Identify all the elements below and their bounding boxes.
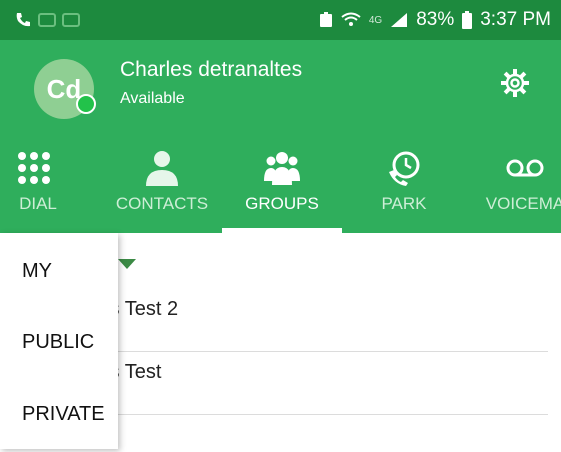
gear-icon <box>500 68 530 103</box>
profile-header: Cd Charles detranaltes Available <box>0 40 561 136</box>
menu-item-public[interactable]: PUBLIC <box>22 331 94 354</box>
settings-button[interactable] <box>498 68 532 102</box>
signal-icon <box>390 12 408 28</box>
missed-call-icon <box>14 11 32 29</box>
phone-clock-icon <box>386 148 422 188</box>
tab-dial[interactable]: DIAL <box>0 136 78 233</box>
menu-item-private[interactable]: PRIVATE <box>22 403 105 426</box>
recycle-icon <box>319 12 333 28</box>
tab-label: DIAL <box>19 194 57 213</box>
menu-item-my[interactable]: MY <box>22 260 52 283</box>
tab-park[interactable]: PARK <box>372 136 436 233</box>
voicemail-icon <box>505 148 545 188</box>
dialpad-icon <box>18 148 58 188</box>
group-icon <box>262 148 302 188</box>
notification-icon <box>38 12 56 28</box>
notification-icon <box>62 12 80 28</box>
tab-label: VOICEMA <box>485 194 561 213</box>
battery-percent: 83% <box>416 9 455 30</box>
status-bar: 4G 83% 3:37 PM <box>0 0 561 40</box>
tab-label: GROUPS <box>245 194 319 213</box>
caret-down-icon[interactable] <box>118 259 136 269</box>
tab-label: CONTACTS <box>115 194 209 213</box>
user-name: Charles detranaltes <box>120 58 303 81</box>
tab-contacts[interactable]: CONTACTS <box>112 136 212 233</box>
status-left <box>14 11 80 29</box>
main-tabs: DIAL CONTACTS GROUPS PARK VOICEMA <box>0 136 561 233</box>
group-filter-menu: MY PUBLIC PRIVATE <box>0 233 118 449</box>
person-icon <box>145 148 179 188</box>
presence-indicator <box>76 94 96 114</box>
tab-groups[interactable]: GROUPS <box>222 136 342 233</box>
network-type: 4G <box>368 14 383 26</box>
user-status[interactable]: Available <box>120 90 185 108</box>
status-right: 4G 83% 3:37 PM <box>319 9 551 31</box>
tab-voicemail[interactable]: VOICEMA <box>475 136 561 233</box>
wifi-icon <box>341 12 361 28</box>
tab-label: PARK <box>381 194 427 213</box>
clock: 3:37 PM <box>480 9 551 30</box>
battery-icon <box>462 11 473 29</box>
